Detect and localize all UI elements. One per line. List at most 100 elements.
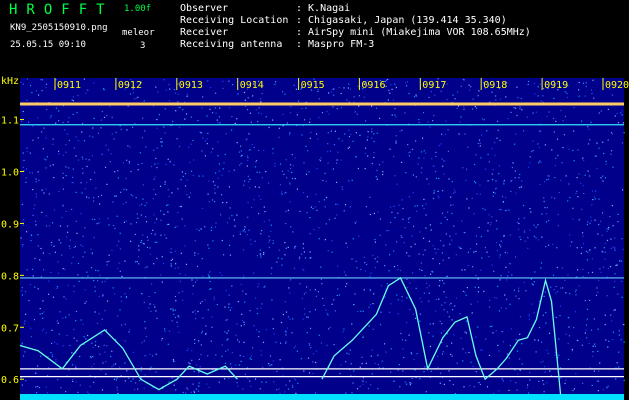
noise-speck xyxy=(28,121,30,123)
noise-speck xyxy=(104,280,106,283)
noise-speck xyxy=(179,280,181,282)
noise-speck xyxy=(538,300,540,302)
noise-speck xyxy=(128,331,130,333)
noise-speck xyxy=(82,245,84,247)
noise-speck xyxy=(484,168,487,170)
noise-speck xyxy=(464,133,466,135)
noise-speck xyxy=(164,132,166,134)
noise-speck xyxy=(299,210,301,212)
noise-speck xyxy=(475,336,477,338)
info-receiver-value: : AirSpy mini (Miakejima VOR 108.65MHz) xyxy=(296,27,531,38)
noise-speck xyxy=(307,316,309,318)
noise-speck xyxy=(539,83,541,85)
noise-speck xyxy=(604,242,606,245)
noise-speck xyxy=(367,387,369,390)
noise-speck xyxy=(554,176,556,179)
noise-speck xyxy=(568,326,570,328)
noise-speck xyxy=(426,282,428,285)
noise-speck xyxy=(358,235,360,237)
noise-speck xyxy=(353,304,355,306)
noise-speck xyxy=(347,147,349,149)
noise-speck xyxy=(620,260,623,262)
noise-speck xyxy=(393,205,395,207)
noise-speck xyxy=(453,189,456,191)
noise-speck xyxy=(345,392,347,394)
noise-speck xyxy=(477,95,479,97)
noise-speck xyxy=(370,272,372,274)
noise-speck xyxy=(72,182,74,184)
noise-speck xyxy=(244,301,246,303)
info-location-label: Receiving Location xyxy=(180,15,289,26)
noise-speck xyxy=(391,88,393,90)
noise-speck xyxy=(465,294,467,296)
noise-speck xyxy=(119,125,121,127)
noise-speck xyxy=(560,377,562,379)
noise-speck xyxy=(314,392,317,394)
noise-speck xyxy=(26,231,28,233)
noise-speck xyxy=(608,340,610,342)
noise-speck xyxy=(487,153,489,156)
noise-speck xyxy=(498,390,500,392)
noise-speck xyxy=(464,269,466,271)
noise-speck xyxy=(157,162,159,165)
noise-speck xyxy=(468,84,470,86)
noise-speck xyxy=(529,372,531,374)
noise-speck xyxy=(273,381,275,383)
noise-speck xyxy=(215,92,217,94)
noise-speck xyxy=(480,157,482,159)
noise-speck xyxy=(575,294,577,296)
noise-speck xyxy=(296,114,298,116)
noise-speck xyxy=(72,100,74,102)
noise-speck xyxy=(83,336,85,338)
noise-speck xyxy=(397,212,399,214)
noise-speck xyxy=(140,214,142,216)
noise-speck xyxy=(486,251,488,253)
noise-speck xyxy=(285,223,287,225)
noise-speck xyxy=(309,251,311,253)
noise-speck xyxy=(582,232,584,234)
noise-speck xyxy=(303,162,305,164)
noise-speck xyxy=(171,377,173,379)
noise-speck xyxy=(423,292,425,294)
y-tick-label: 1.0 xyxy=(1,168,19,179)
noise-speck xyxy=(510,190,512,192)
noise-speck xyxy=(68,245,70,247)
noise-speck xyxy=(432,245,434,247)
noise-speck xyxy=(563,134,566,136)
noise-speck xyxy=(245,139,247,141)
noise-speck xyxy=(553,97,555,99)
noise-speck xyxy=(168,330,171,332)
noise-speck xyxy=(155,86,157,88)
noise-speck xyxy=(515,339,517,341)
noise-speck xyxy=(406,81,409,83)
noise-speck xyxy=(40,247,42,250)
noise-speck xyxy=(394,108,396,110)
noise-speck xyxy=(102,362,104,364)
noise-speck xyxy=(444,216,446,218)
noise-speck xyxy=(517,373,519,375)
noise-speck xyxy=(495,330,497,332)
noise-speck xyxy=(23,323,25,325)
noise-speck xyxy=(527,392,530,394)
noise-speck xyxy=(607,108,609,110)
noise-speck xyxy=(521,180,523,182)
noise-speck xyxy=(21,287,23,289)
noise-speck xyxy=(529,379,531,381)
noise-speck xyxy=(446,275,448,277)
noise-speck xyxy=(533,224,535,226)
noise-speck xyxy=(561,267,564,269)
noise-speck xyxy=(24,320,26,322)
noise-speck xyxy=(91,366,93,368)
noise-speck xyxy=(38,179,40,181)
noise-speck xyxy=(141,203,143,205)
noise-speck xyxy=(204,226,206,228)
noise-speck xyxy=(132,378,134,380)
noise-speck xyxy=(560,109,562,112)
noise-speck xyxy=(419,378,421,380)
noise-speck xyxy=(505,266,507,268)
noise-speck xyxy=(302,268,304,270)
noise-speck xyxy=(364,152,366,154)
noise-speck xyxy=(492,195,494,197)
noise-speck xyxy=(101,111,103,113)
noise-speck xyxy=(212,240,214,242)
